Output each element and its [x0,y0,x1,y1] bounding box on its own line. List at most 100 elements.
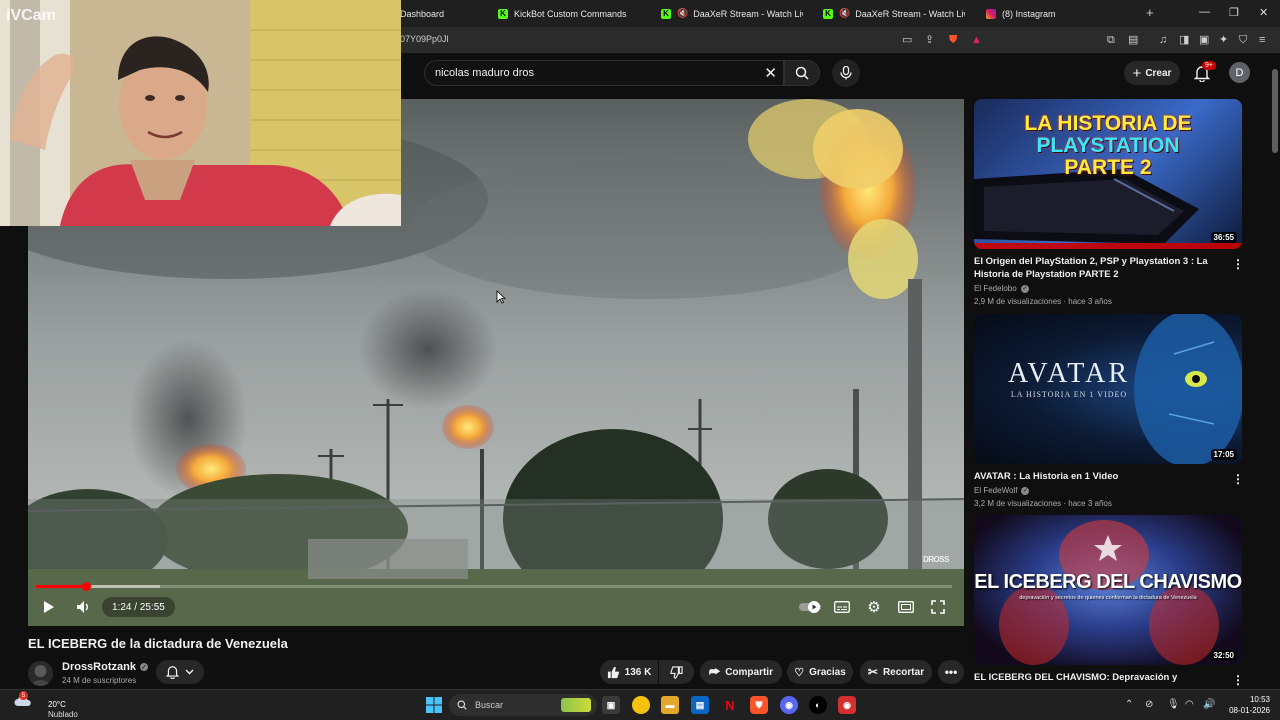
leo-ai-icon[interactable]: ✦ [1219,33,1228,47]
time-display: 1:24 / 25:55 [102,597,175,617]
recommendation-card[interactable]: EL ICEBERG DEL CHAVISMO depravación y se… [974,515,1244,689]
restore-icon[interactable]: ❐ [1229,6,1239,19]
thumbs-up-icon [607,666,619,678]
recommendation-thumbnail[interactable]: LA HISTORIA DE PLAYSTATION PARTE 2 36:55 [974,99,1242,249]
brave-shield-icon[interactable]: ⛊ [949,33,957,47]
recommendation-title[interactable]: AVATAR : La Historia en 1 Video [974,470,1218,483]
microsoft-store-icon[interactable]: ▤ [691,696,709,714]
channel-name-row[interactable]: DrossRotzank ✓ [62,661,148,673]
brave-browser-icon[interactable]: ⛊ [750,696,768,714]
recommendation-thumbnail[interactable]: EL ICEBERG DEL CHAVISMO depravación y se… [974,515,1242,665]
settings-button[interactable]: ⚙ [863,597,885,617]
menu-icon[interactable]: ≡ [1259,33,1265,47]
search-box[interactable]: nicolas maduro dros ✕ [424,60,784,86]
plus-icon: + [1132,64,1142,82]
tab-daaxer-stream-2[interactable]: K 🔇 DaaXeR Stream - Watch Live on [823,0,965,27]
autoplay-toggle[interactable] [798,597,822,617]
new-tab-plus-icon[interactable]: + [1146,5,1154,20]
account-avatar[interactable]: D [1229,62,1250,83]
extensions-icon[interactable]: ⧉ [1107,33,1115,47]
discord-icon[interactable]: ◉ [780,696,798,714]
show-hidden-icons-chevron-icon[interactable]: ⌃ [1125,699,1133,710]
widget-app-icon[interactable] [632,696,650,714]
url-field[interactable]: 07Y09Pp0Jl [400,34,449,44]
app-icon[interactable]: ◐ [809,696,827,714]
channel-avatar[interactable] [28,661,53,686]
cast-icon[interactable]: ▭ [902,33,912,47]
muted-speaker-icon[interactable]: 🔇 [839,8,850,19]
weather-widget[interactable]: 5 20°C Nublado [14,691,78,719]
subscription-notifications-button[interactable] [156,660,204,684]
windows-start-button[interactable] [425,696,443,714]
wallet-icon[interactable]: ▣ [1199,33,1209,47]
recommendation-title[interactable]: El Origen del PlayStation 2, PSP y Plays… [974,255,1218,281]
theater-mode-button[interactable] [895,597,917,617]
play-button[interactable] [38,597,60,617]
search-button[interactable] [784,60,820,86]
chevron-down-icon [185,669,194,675]
recording-app-icon[interactable]: ◉ [838,696,856,714]
speaker-icon[interactable]: 🔊 [1203,699,1215,710]
tab-instagram[interactable]: (8) Instagram [986,0,1126,27]
sidebar-icon[interactable]: ◨ [1179,33,1189,47]
voice-search-button[interactable] [832,59,860,87]
more-actions-button[interactable]: ••• [938,660,964,684]
progress-bar[interactable] [36,582,952,591]
recommendation-channel[interactable]: El Fedelobo [974,284,1017,293]
minimize-icon[interactable]: — [1199,6,1210,18]
kick-favicon-icon: K [823,8,833,19]
fullscreen-button[interactable] [927,597,949,617]
reader-icon[interactable]: ▤ [1128,33,1138,47]
tab-dashboard[interactable]: Dashboard [400,0,490,27]
recommendation-title[interactable]: EL ICEBERG DEL CHAVISMO: Depravación y s… [974,671,1218,684]
create-button[interactable]: + Crear [1124,61,1180,85]
more-options-icon[interactable]: ⋮ [1232,257,1244,271]
channel-watermark[interactable]: DROSS [923,555,949,564]
recommendation-channel-row[interactable]: El Fedelobo ✓ [974,284,1029,293]
brave-rewards-icon[interactable]: ▲ [971,33,982,47]
page-scrollbar[interactable] [1270,53,1280,689]
task-view-icon[interactable]: ▣ [602,696,620,714]
kick-favicon-icon: K [498,8,508,19]
file-explorer-icon[interactable]: ▬ [661,696,679,714]
clip-button[interactable]: ✂ Recortar [860,660,932,684]
taskbar-clock[interactable]: 10:53 08-01-2026 [1222,694,1270,716]
share-label: Compartir [725,666,773,678]
like-button[interactable]: 136 K [600,660,658,684]
tab-kickbot[interactable]: K KickBot Custom Commands [498,0,648,27]
weather-condition: Nublado [48,710,78,719]
bell-icon [166,666,179,679]
microphone-tray-icon[interactable]: 🎙 [1167,699,1180,710]
close-window-icon[interactable]: ✕ [1259,6,1268,19]
volume-icon [77,601,88,613]
netflix-icon[interactable]: N [721,696,739,714]
subtitles-button[interactable] [831,597,853,617]
network-off-icon[interactable]: ⊘ [1145,699,1153,710]
recommendation-channel[interactable]: El FedeWolf [974,486,1017,495]
share-button[interactable]: ⮫ Compartir [700,660,782,684]
clear-search-icon[interactable]: ✕ [764,64,777,82]
recommendation-channel-row[interactable]: El FedeWolf ✓ [974,486,1030,495]
recommendation-card[interactable]: AVATAR LA HISTORIA EN 1 VIDEO 17:05 AVAT… [974,314,1244,512]
recommendation-thumbnail[interactable]: AVATAR LA HISTORIA EN 1 VIDEO 17:05 [974,314,1242,464]
media-icon[interactable]: ♫ [1159,33,1167,47]
more-options-icon[interactable]: ⋮ [1232,673,1244,687]
thanks-button[interactable]: ♡ Gracias [787,660,853,684]
tab-daaxer-stream-1[interactable]: K 🔇 DaaXeR Stream - Watch Live on [661,0,803,27]
tab-label: DaaXeR Stream - Watch Live on [693,8,803,19]
thumbnail-text-line: EL ICEBERG DEL CHAVISMO [974,571,1242,593]
search-input[interactable]: nicolas maduro dros [435,67,534,79]
taskbar-search-box[interactable]: Buscar [449,694,597,716]
recommendation-card[interactable]: LA HISTORIA DE PLAYSTATION PARTE 2 36:55… [974,99,1244,311]
channel-name[interactable]: DrossRotzank [62,661,136,673]
volume-button[interactable] [72,597,94,617]
dislike-button[interactable] [659,660,694,684]
muted-speaker-icon[interactable]: 🔇 [677,8,688,19]
more-options-icon[interactable]: ⋮ [1232,472,1244,486]
scrollbar-thumb[interactable] [1272,69,1278,153]
share-page-icon[interactable]: ⇪ [925,33,934,47]
wifi-icon[interactable]: ◠ [1185,699,1194,710]
thumbnail-text-line: LA HISTORIA DE [1024,112,1192,135]
create-label: Crear [1145,67,1172,79]
vpn-icon[interactable]: ⛉ [1239,33,1247,47]
